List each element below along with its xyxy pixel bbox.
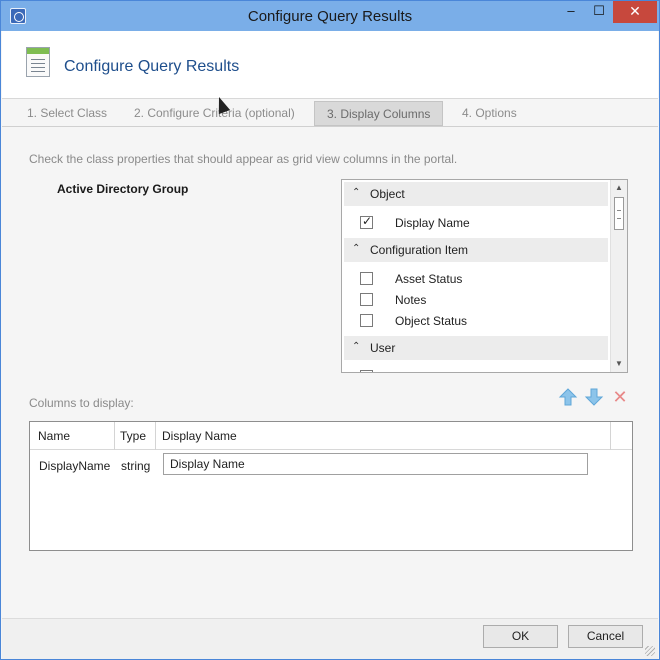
checkbox-notes[interactable] <box>360 293 373 306</box>
property-label: Asset Status <box>395 272 463 286</box>
resize-grip-icon[interactable] <box>645 646 655 656</box>
class-name-label: Active Directory Group <box>57 182 189 196</box>
header-title: Configure Query Results <box>64 58 240 75</box>
tab-configure-criteria[interactable]: 2. Configure Criteria (optional) <box>122 101 307 126</box>
wizard-tabs: 1. Select Class 2. Configure Criteria (o… <box>2 98 658 127</box>
maximize-button[interactable]: ☐ <box>585 1 613 23</box>
cancel-button[interactable]: Cancel <box>568 625 643 648</box>
display-name-input[interactable] <box>163 453 588 475</box>
grid-header: Name Type Display Name <box>30 422 632 450</box>
property-label: Notes <box>395 293 427 307</box>
checkbox-display-name[interactable] <box>360 214 373 229</box>
delete-icon[interactable]: ✕ <box>610 387 630 407</box>
title-bar: Configure Query Results – ☐ ✕ <box>1 1 659 31</box>
tab-select-class[interactable]: 1. Select Class <box>15 101 119 126</box>
dialog-header: Configure Query Results <box>2 31 658 98</box>
ok-button[interactable]: OK <box>483 625 558 648</box>
checkbox-partial[interactable] <box>360 370 373 372</box>
column-divider[interactable] <box>155 422 156 450</box>
property-label: Object Status <box>395 314 468 328</box>
column-header-name[interactable]: Name <box>38 429 70 443</box>
checkbox-object-status[interactable] <box>360 314 373 327</box>
property-list[interactable]: ⌃ Object Display Name ⌃ Configuration It… <box>341 179 628 373</box>
group-label: Configuration Item <box>370 243 469 257</box>
document-icon <box>26 47 50 77</box>
group-header-configuration-item[interactable]: ⌃ Configuration Item <box>344 238 608 262</box>
columns-grid: Name Type Display Name DisplayName strin… <box>29 421 633 551</box>
column-header-display-name[interactable]: Display Name <box>162 429 237 443</box>
scroll-down-icon[interactable]: ▼ <box>611 356 627 372</box>
columns-to-display-label: Columns to display: <box>29 396 134 410</box>
minimize-button[interactable]: – <box>557 1 585 23</box>
close-button[interactable]: ✕ <box>613 1 657 23</box>
dialog-footer: OK Cancel <box>2 618 658 659</box>
move-up-icon[interactable] <box>558 387 578 407</box>
cell-type: string <box>121 459 151 473</box>
configure-query-results-window: Configure Query Results – ☐ ✕ Configure … <box>0 0 660 660</box>
scroll-up-icon[interactable]: ▲ <box>611 180 627 196</box>
instructions-text: Check the class properties that should a… <box>29 152 458 166</box>
chevron-up-icon: ⌃ <box>352 187 361 198</box>
cell-name: DisplayName <box>39 459 111 473</box>
scroll-thumb[interactable] <box>614 197 624 230</box>
tab-display-columns[interactable]: 3. Display Columns <box>314 101 444 126</box>
chevron-up-icon: ⌃ <box>352 341 361 352</box>
column-divider[interactable] <box>114 422 115 450</box>
group-label: Object <box>370 187 405 201</box>
group-header-object[interactable]: ⌃ Object <box>344 182 608 206</box>
group-header-user[interactable]: ⌃ User <box>344 336 608 360</box>
tab-options[interactable]: 4. Options <box>450 101 529 126</box>
property-list-scrollbar[interactable]: ▲ ▼ <box>610 180 627 372</box>
column-header-type[interactable]: Type <box>120 429 146 443</box>
move-down-icon[interactable] <box>584 387 604 407</box>
property-label: Display Name <box>395 216 470 230</box>
column-divider[interactable] <box>610 422 611 450</box>
chevron-up-icon: ⌃ <box>352 243 361 254</box>
checkbox-asset-status[interactable] <box>360 272 373 285</box>
group-label: User <box>370 341 396 355</box>
